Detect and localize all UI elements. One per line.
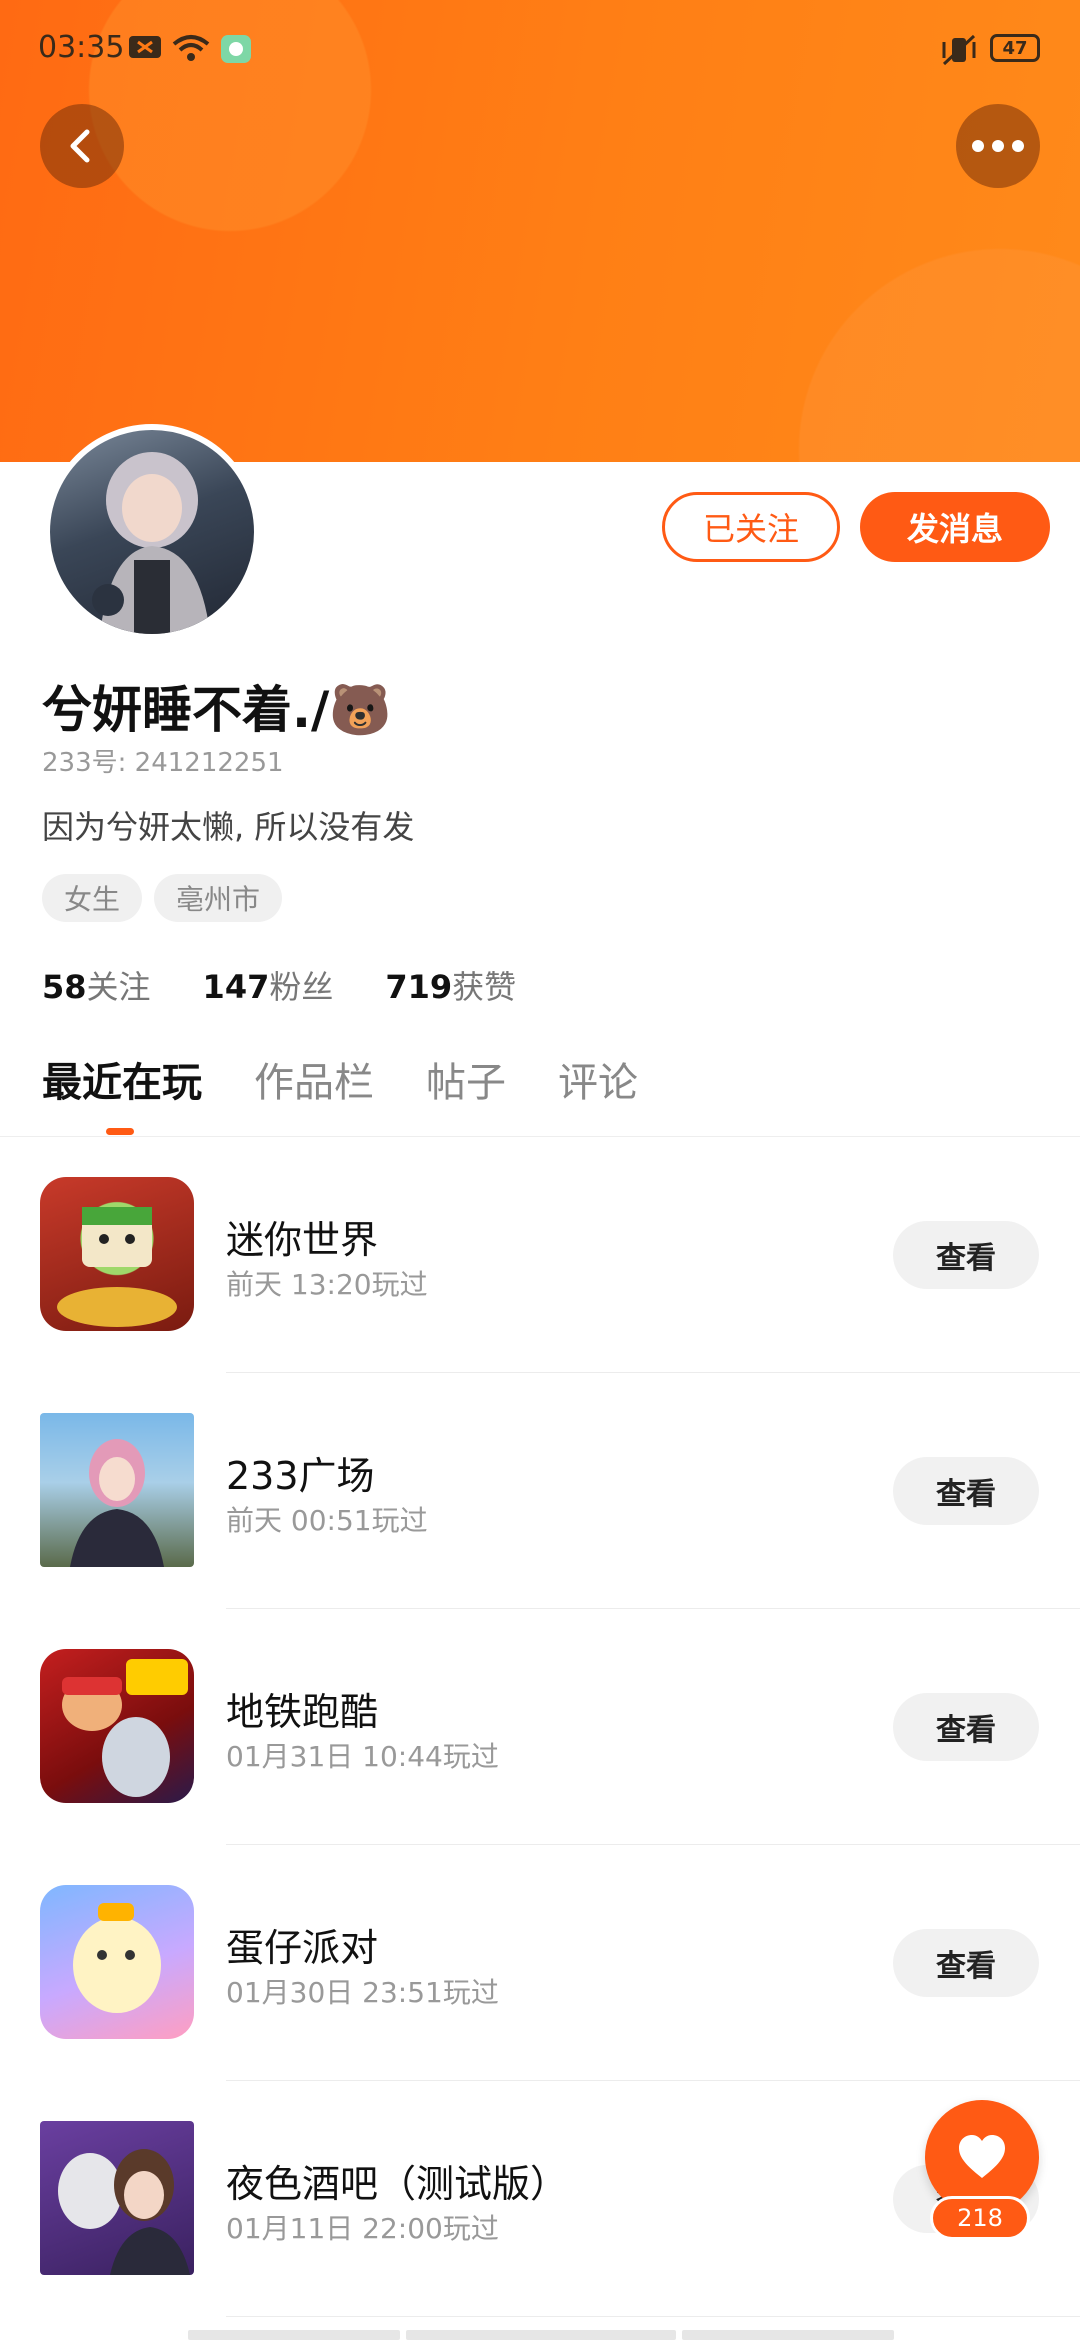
profile-id: 233号: 241212251 bbox=[42, 748, 284, 778]
notification-icon bbox=[129, 36, 161, 58]
list-item[interactable]: 迷你世界 前天 13:20玩过 查看 bbox=[0, 1137, 1080, 1373]
profile-bio: 因为兮妍太懒, 所以没有发 bbox=[42, 808, 415, 846]
stat-label: 获赞 bbox=[452, 968, 517, 1006]
tab-comments[interactable]: 评论 bbox=[558, 1050, 638, 1108]
game-icon-eggy-party bbox=[40, 1885, 194, 2039]
list-item[interactable]: 233广场 前天 00:51玩过 查看 bbox=[0, 1373, 1080, 1609]
list-item[interactable]: 地铁跑酷 01月31日 10:44玩过 查看 bbox=[0, 1609, 1080, 1845]
view-button[interactable]: 查看 bbox=[893, 1693, 1039, 1761]
app-status-icon bbox=[221, 35, 251, 63]
view-button[interactable]: 查看 bbox=[893, 1457, 1039, 1525]
game-icon-subway-surfers bbox=[40, 1649, 194, 1803]
profile-username: 兮妍睡不着./🐻 bbox=[42, 681, 392, 739]
divider bbox=[226, 2316, 1080, 2317]
game-icon-night-bar bbox=[40, 2121, 194, 2275]
profile-tags: 女生 亳州市 bbox=[42, 874, 283, 922]
recent-games-list: 迷你世界 前天 13:20玩过 查看 233广场 前天 00:51玩过 查看 地… bbox=[0, 1137, 1080, 2317]
avatar-illustration bbox=[92, 452, 210, 634]
game-icon-233-plaza bbox=[40, 1413, 194, 1567]
game-title: 地铁跑酷 bbox=[226, 1690, 379, 1734]
tab-active-indicator bbox=[106, 1128, 134, 1135]
stat-likes[interactable]: 719获赞 bbox=[385, 962, 516, 1008]
game-played-time: 前天 00:51玩过 bbox=[226, 1504, 428, 1537]
view-button[interactable]: 查看 bbox=[893, 1221, 1039, 1289]
profile-tabs: 最近在玩 作品栏 帖子 评论 bbox=[42, 1050, 638, 1108]
more-dots-icon bbox=[972, 140, 1024, 152]
stat-label: 关注 bbox=[86, 968, 151, 1006]
game-played-time: 01月30日 23:51玩过 bbox=[226, 1976, 499, 2009]
tag-gender: 女生 bbox=[42, 874, 143, 922]
mute-vibrate-icon bbox=[942, 34, 976, 66]
game-played-time: 01月31日 10:44玩过 bbox=[226, 1740, 499, 1773]
game-title: 夜色酒吧（测试版） bbox=[226, 2162, 569, 2206]
heart-icon bbox=[959, 2135, 1005, 2178]
chevron-left-icon bbox=[70, 129, 90, 163]
back-button[interactable] bbox=[40, 104, 124, 188]
stat-number: 719 bbox=[385, 968, 453, 1006]
list-item[interactable]: 蛋仔派对 01月30日 23:51玩过 查看 bbox=[0, 1845, 1080, 2081]
like-count-badge: 218 bbox=[930, 2196, 1030, 2240]
game-title: 迷你世界 bbox=[226, 1218, 379, 1262]
avatar[interactable] bbox=[44, 424, 260, 640]
status-time: 03:35 bbox=[38, 30, 125, 65]
game-played-time: 01月11日 22:00玩过 bbox=[226, 2212, 499, 2245]
following-button[interactable]: 已关注 bbox=[662, 492, 840, 562]
profile-stats: 58关注 147粉丝 719获赞 bbox=[42, 962, 516, 1008]
battery-level: 47 bbox=[1002, 37, 1028, 59]
tab-works[interactable]: 作品栏 bbox=[254, 1050, 374, 1108]
view-button[interactable]: 查看 bbox=[893, 1929, 1039, 1997]
send-message-button[interactable]: 发消息 bbox=[860, 492, 1050, 562]
game-title: 233广场 bbox=[226, 1454, 375, 1498]
bottom-partial-bars bbox=[188, 2330, 894, 2340]
tab-recently-played[interactable]: 最近在玩 bbox=[42, 1050, 202, 1108]
stat-label: 粉丝 bbox=[269, 968, 334, 1006]
battery-icon: 47 bbox=[990, 34, 1040, 62]
game-played-time: 前天 13:20玩过 bbox=[226, 1268, 428, 1301]
wifi-icon bbox=[172, 35, 210, 61]
status-bar: 03:35 47 bbox=[0, 0, 1080, 104]
list-item[interactable]: 夜色酒吧（测试版） 01月11日 22:00玩过 查看 bbox=[0, 2081, 1080, 2317]
game-icon-mini-world bbox=[40, 1177, 194, 1331]
stat-number: 58 bbox=[42, 968, 87, 1006]
stat-number: 147 bbox=[202, 968, 270, 1006]
game-title: 蛋仔派对 bbox=[226, 1926, 379, 1970]
stat-fans[interactable]: 147粉丝 bbox=[203, 962, 334, 1008]
tag-city: 亳州市 bbox=[154, 874, 283, 922]
stat-following[interactable]: 58关注 bbox=[42, 962, 151, 1008]
more-button[interactable] bbox=[956, 104, 1040, 188]
tab-posts[interactable]: 帖子 bbox=[426, 1050, 506, 1108]
